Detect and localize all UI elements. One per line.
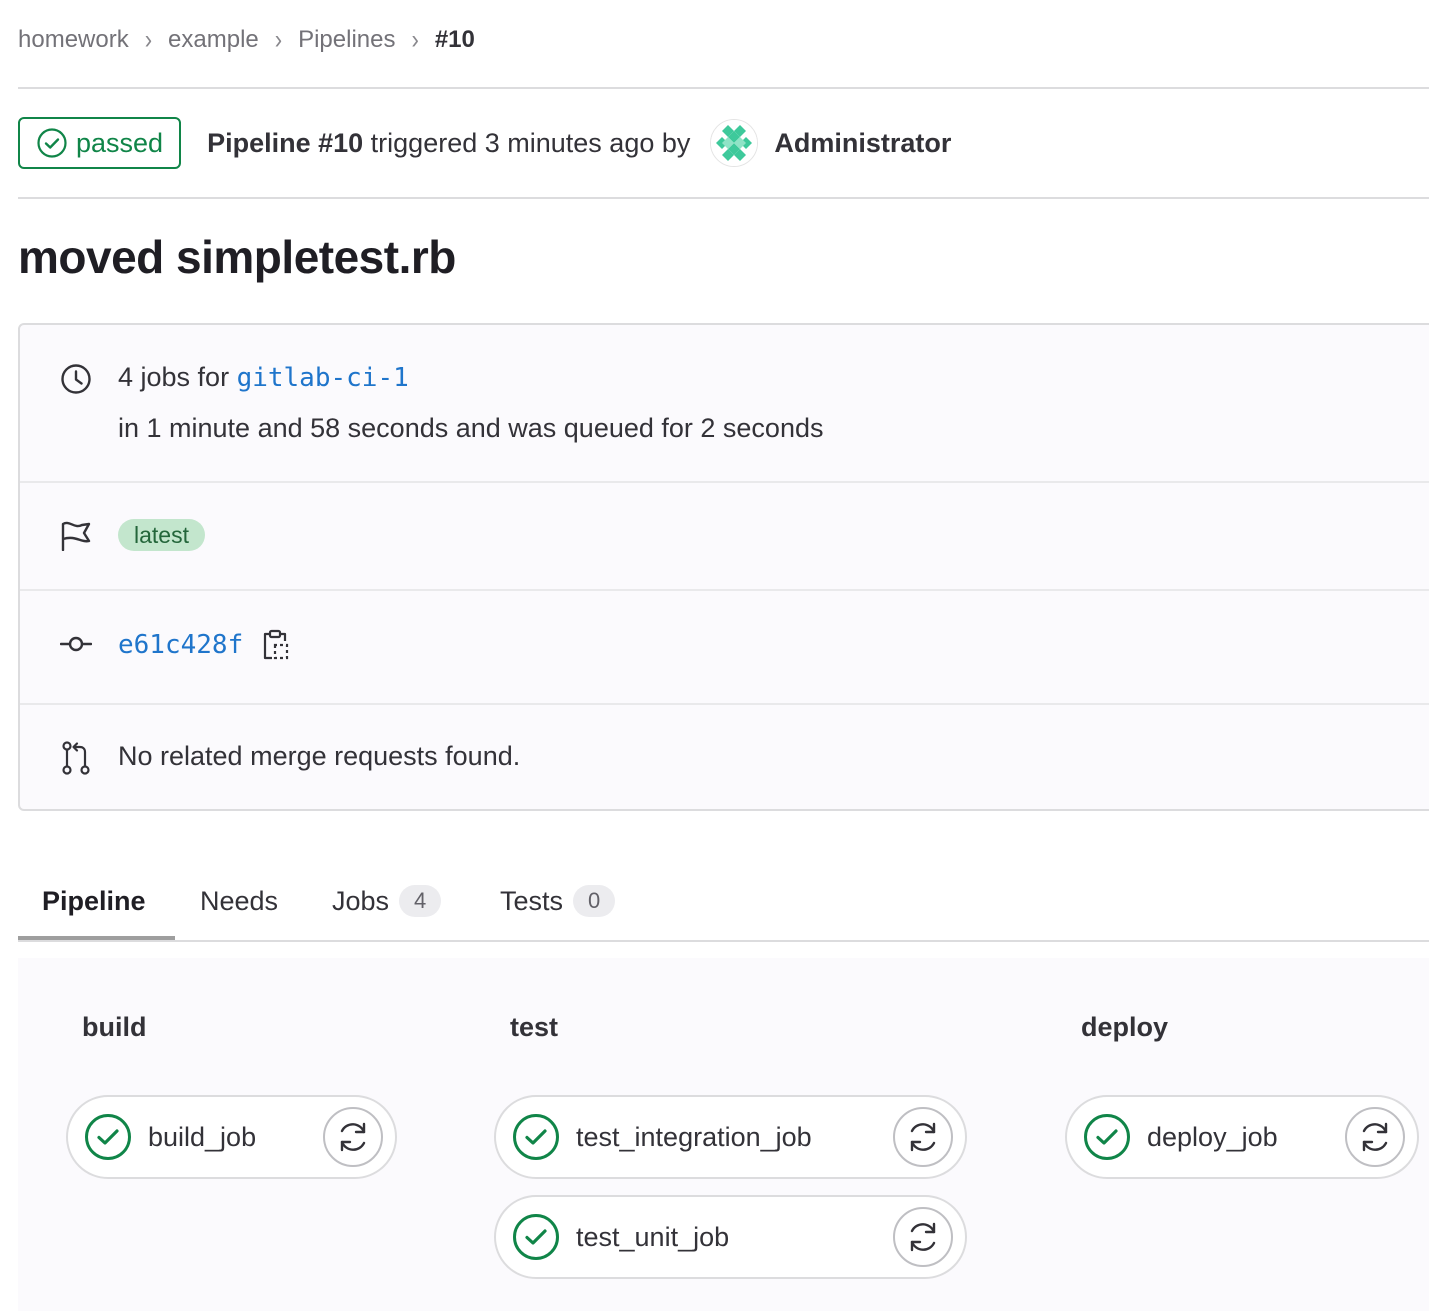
chevron-right-icon: ›: [274, 24, 283, 55]
commit-sha-link[interactable]: e61c428f: [118, 630, 243, 660]
merge-requests-text: No related merge requests found.: [118, 741, 521, 771]
job-name: deploy_job: [1147, 1121, 1278, 1152]
stage-title-test: test: [510, 1012, 559, 1042]
breadcrumb-homework[interactable]: homework: [18, 26, 129, 54]
retry-button[interactable]: [323, 1107, 383, 1167]
tab-pipeline-label: Pipeline: [42, 885, 146, 916]
retry-icon: [1362, 1122, 1388, 1152]
avatar[interactable]: [710, 119, 759, 167]
job-name: test_integration_job: [576, 1121, 812, 1152]
job-build[interactable]: build_job: [66, 1095, 397, 1179]
stage-title-build: build: [82, 1012, 147, 1042]
ref-link[interactable]: gitlab-ci-1: [237, 363, 409, 393]
pipeline-header: passed Pipeline #10 triggered 3 minutes …: [18, 117, 951, 169]
status-text: passed: [76, 127, 164, 158]
breadcrumb-pipelines[interactable]: Pipelines: [298, 26, 395, 54]
active-tab-indicator: [18, 936, 175, 940]
merge-requests-row: No related merge requests found.: [20, 705, 1429, 813]
tab-tests[interactable]: Tests 0: [500, 862, 616, 940]
pipeline-tabs: Pipeline Needs Jobs 4 Tests 0: [18, 862, 1429, 942]
breadcrumb-example[interactable]: example: [168, 26, 259, 54]
author-link[interactable]: Administrator: [774, 128, 951, 159]
latest-badge[interactable]: latest: [118, 519, 205, 551]
divider: [18, 197, 1429, 199]
retry-icon: [340, 1122, 366, 1152]
commit-icon: [60, 636, 92, 652]
status-badge[interactable]: passed: [18, 117, 182, 169]
pipeline-id: Pipeline #10: [207, 127, 364, 158]
job-name: test_unit_job: [576, 1221, 730, 1252]
merge-request-icon: [62, 741, 90, 775]
retry-icon: [910, 1122, 936, 1152]
job-test-unit[interactable]: test_unit_job: [494, 1195, 967, 1279]
retry-button[interactable]: [893, 1107, 953, 1167]
status-success-icon: [37, 128, 67, 158]
tests-count-badge: 0: [573, 885, 616, 917]
breadcrumb-current[interactable]: #10: [435, 26, 475, 54]
breadcrumb: homework › example › Pipelines › #10: [18, 22, 475, 58]
chevron-right-icon: ›: [411, 24, 419, 55]
page-title: moved simpletest.rb: [18, 231, 456, 283]
stage-title-deploy: deploy: [1081, 1012, 1169, 1042]
status-success-icon: [1084, 1114, 1130, 1160]
retry-icon: [910, 1222, 936, 1252]
pipeline-info-card: 4 jobs for gitlab-ci-1 in 1 minute and 5…: [18, 323, 1429, 811]
clock-icon: [61, 364, 91, 394]
tab-tests-label: Tests: [500, 885, 564, 916]
tab-pipeline[interactable]: Pipeline: [42, 862, 146, 940]
jobs-count-badge: 4: [399, 885, 442, 917]
jobs-summary: 4 jobs for gitlab-ci-1: [118, 362, 409, 393]
retry-button[interactable]: [1345, 1107, 1405, 1167]
tab-jobs-label: Jobs: [332, 885, 390, 916]
retry-button[interactable]: [893, 1207, 953, 1267]
tab-needs-label: Needs: [200, 885, 279, 916]
status-success-icon: [513, 1214, 559, 1260]
job-name: build_job: [148, 1121, 257, 1152]
copy-button[interactable]: [261, 629, 289, 661]
pipeline-summary: Pipeline #10 triggered 3 minutes ago by: [207, 128, 690, 159]
jobs-count-text: 4 jobs for: [118, 362, 237, 392]
job-deploy[interactable]: deploy_job: [1065, 1095, 1419, 1179]
commit-row: e61c428f: [20, 591, 1429, 705]
tab-jobs[interactable]: Jobs 4: [332, 862, 442, 940]
labels-row: latest: [20, 483, 1429, 591]
status-success-icon: [85, 1114, 131, 1160]
tab-needs[interactable]: Needs: [200, 862, 278, 940]
copy-to-clipboard-icon: [264, 629, 289, 660]
duration-text: in 1 minute and 58 seconds and was queue…: [118, 413, 824, 443]
triggered-text: triggered 3 minutes ago by: [363, 127, 691, 158]
duration-row: 4 jobs for gitlab-ci-1 in 1 minute and 5…: [20, 325, 1429, 483]
job-test-integration[interactable]: test_integration_job: [494, 1095, 967, 1179]
status-success-icon: [513, 1114, 559, 1160]
divider: [18, 87, 1429, 89]
flag-icon: [61, 521, 91, 551]
chevron-right-icon: ›: [144, 24, 153, 55]
identicon-icon: [711, 120, 758, 166]
